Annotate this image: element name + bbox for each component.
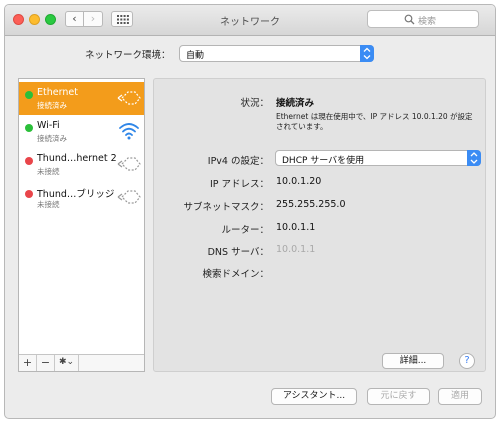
apply-button[interactable]: 適用 bbox=[438, 388, 482, 405]
dns-server-label: DNS サーバ： bbox=[207, 247, 269, 258]
assistant-button[interactable]: アシスタント... bbox=[271, 388, 357, 405]
help-button[interactable]: ? bbox=[459, 353, 475, 369]
popup-stepper-icon bbox=[360, 45, 374, 62]
status-dot-connected bbox=[25, 124, 33, 132]
subnet-mask-label: サブネットマスク： bbox=[183, 202, 269, 213]
status-label: 状況： bbox=[240, 98, 269, 109]
service-item-thunderbolt-ethernet-2[interactable]: Thund…hernet 2 未接続 bbox=[19, 148, 144, 181]
ethernet-icon bbox=[117, 91, 141, 105]
status-value: 接続済み bbox=[276, 98, 315, 109]
ipv4-config-value: DHCP サーバを使用 bbox=[282, 156, 365, 166]
service-status: 未接続 bbox=[37, 200, 60, 209]
location-popup[interactable]: 自動 bbox=[179, 45, 374, 62]
add-service-button[interactable]: + bbox=[19, 355, 37, 371]
ethernet-icon bbox=[117, 157, 141, 171]
status-dot-connected bbox=[25, 91, 33, 99]
service-name: Ethernet bbox=[37, 87, 78, 98]
remove-service-button[interactable]: − bbox=[37, 355, 55, 371]
service-status: 接続済み bbox=[37, 101, 67, 110]
service-status: 未接続 bbox=[37, 167, 60, 176]
search-field[interactable]: 検索 bbox=[367, 10, 479, 28]
service-item-thunderbolt-bridge[interactable]: Thund…ブリッジ 未接続 bbox=[19, 181, 144, 214]
service-name: Wi-Fi bbox=[37, 120, 60, 131]
ipv4-config-label: IPv4 の設定： bbox=[207, 156, 269, 167]
router-value: 10.0.1.1 bbox=[276, 222, 316, 233]
search-placeholder: 検索 bbox=[418, 17, 437, 27]
router-label: ルーター： bbox=[221, 225, 269, 236]
revert-button[interactable]: 元に戻す bbox=[367, 388, 430, 405]
dns-server-value: 10.0.1.1 bbox=[276, 244, 316, 255]
service-name: Thund…hernet 2 bbox=[37, 153, 117, 164]
status-dot-disconnected bbox=[25, 190, 33, 198]
network-preferences-window: ‹ › ネットワーク 検索 ネットワーク環境： 自動 Ethernet 接続済み… bbox=[4, 4, 496, 419]
service-item-wifi[interactable]: Wi-Fi 接続済み bbox=[19, 115, 144, 148]
location-label: ネットワーク環境： bbox=[85, 50, 171, 61]
search-domains-label: 検索ドメイン： bbox=[202, 269, 269, 280]
ip-address-label: IP アドレス： bbox=[209, 179, 269, 190]
advanced-button[interactable]: 詳細... bbox=[382, 353, 444, 369]
subnet-mask-value: 255.255.255.0 bbox=[276, 199, 346, 210]
action-menu-button[interactable]: ✱⌄ bbox=[55, 355, 79, 371]
service-status: 接続済み bbox=[37, 134, 67, 143]
status-dot-disconnected bbox=[25, 157, 33, 165]
title-bar: ‹ › ネットワーク 検索 bbox=[5, 5, 495, 36]
search-icon bbox=[404, 14, 415, 25]
ipv4-config-popup[interactable]: DHCP サーバを使用 bbox=[275, 150, 481, 166]
popup-stepper-icon bbox=[467, 150, 481, 166]
service-item-ethernet[interactable]: Ethernet 接続済み bbox=[19, 82, 144, 115]
wifi-icon bbox=[119, 123, 139, 140]
service-list[interactable]: Ethernet 接続済み Wi-Fi 接続済み Thund…hernet 2 … bbox=[18, 78, 145, 372]
service-list-toolbar: + − ✱⌄ bbox=[19, 354, 144, 371]
service-name: Thund…ブリッジ bbox=[37, 189, 115, 200]
details-panel: 状況： 接続済み Ethernet は現在使用中で、IP アドレス 10.0.1… bbox=[153, 78, 486, 372]
location-value: 自動 bbox=[186, 51, 205, 61]
ip-address-value: 10.0.1.20 bbox=[276, 176, 322, 187]
status-description: Ethernet は現在使用中で、IP アドレス 10.0.1.20 が設定され… bbox=[276, 112, 473, 131]
ethernet-icon bbox=[117, 190, 141, 204]
